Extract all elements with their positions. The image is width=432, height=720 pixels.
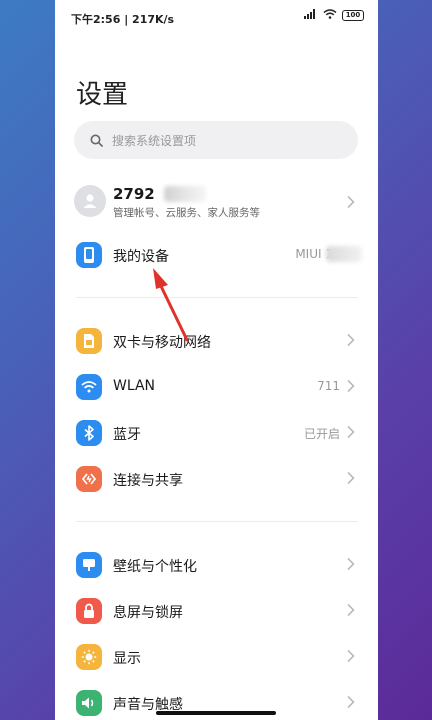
sound-icon — [76, 690, 102, 716]
signal-icon — [304, 9, 318, 22]
chevron-right-icon — [347, 603, 355, 617]
bluetooth-label: 蓝牙 — [113, 427, 141, 443]
search-input[interactable]: 搜索系统设置项 — [74, 121, 358, 159]
sim-card-icon — [76, 328, 102, 354]
wlan-value: 711 — [317, 379, 340, 393]
page-title: 设置 — [76, 80, 129, 110]
status-bar: 下午2:56 | 217K/s 100 — [55, 0, 378, 36]
sim-network-label: 双卡与移动网络 — [113, 335, 211, 351]
home-indicator[interactable] — [156, 711, 276, 715]
wifi-status-icon — [323, 9, 337, 22]
lock-screen-row[interactable]: 息屏与锁屏 — [55, 591, 378, 631]
settings-screen: 下午2:56 | 217K/s 100 设置 搜索系统设置项 2792 管理帐号… — [55, 0, 378, 720]
chevron-right-icon — [347, 333, 355, 347]
bluetooth-icon — [76, 420, 102, 446]
miui-version-redaction — [326, 246, 362, 262]
share-icon — [76, 466, 102, 492]
lock-screen-label: 息屏与锁屏 — [113, 605, 183, 621]
lock-icon — [76, 598, 102, 624]
wifi-icon — [76, 374, 102, 400]
wallpaper-icon — [76, 552, 102, 578]
chevron-right-icon — [347, 379, 355, 393]
chevron-right-icon — [347, 195, 355, 209]
avatar — [74, 185, 106, 217]
search-icon — [88, 132, 104, 148]
display-row[interactable]: 显示 — [55, 637, 378, 677]
chevron-right-icon — [347, 649, 355, 663]
chevron-right-icon — [347, 425, 355, 439]
battery-icon: 100 — [342, 10, 364, 21]
bluetooth-value: 已开启 — [303, 427, 340, 441]
account-name-redaction — [164, 186, 206, 202]
wlan-label: WLAN — [113, 378, 156, 394]
section-divider — [76, 297, 358, 298]
wallpaper-row[interactable]: 壁纸与个性化 — [55, 545, 378, 585]
connection-sharing-row[interactable]: 连接与共享 — [55, 459, 378, 499]
bluetooth-row[interactable]: 蓝牙 已开启 — [55, 413, 378, 453]
phone-icon — [76, 242, 102, 268]
sim-network-row[interactable]: 双卡与移动网络 — [55, 321, 378, 361]
wlan-row[interactable]: WLAN 711 — [55, 367, 378, 407]
wallpaper-label: 壁纸与个性化 — [113, 559, 197, 575]
status-time-speed: 下午2:56 | 217K/s — [71, 13, 175, 26]
my-device-label: 我的设备 — [113, 249, 169, 265]
section-divider — [76, 521, 358, 522]
chevron-right-icon — [347, 471, 355, 485]
chevron-right-icon — [347, 557, 355, 571]
brightness-icon — [76, 644, 102, 670]
account-name: 2792 — [113, 185, 155, 203]
account-subtitle: 管理帐号、云服务、家人服务等 — [113, 207, 260, 219]
chevron-right-icon — [347, 695, 355, 709]
search-placeholder: 搜索系统设置项 — [112, 133, 197, 148]
display-label: 显示 — [113, 651, 141, 667]
status-icons: 100 — [304, 9, 364, 22]
connection-sharing-label: 连接与共享 — [113, 473, 183, 489]
